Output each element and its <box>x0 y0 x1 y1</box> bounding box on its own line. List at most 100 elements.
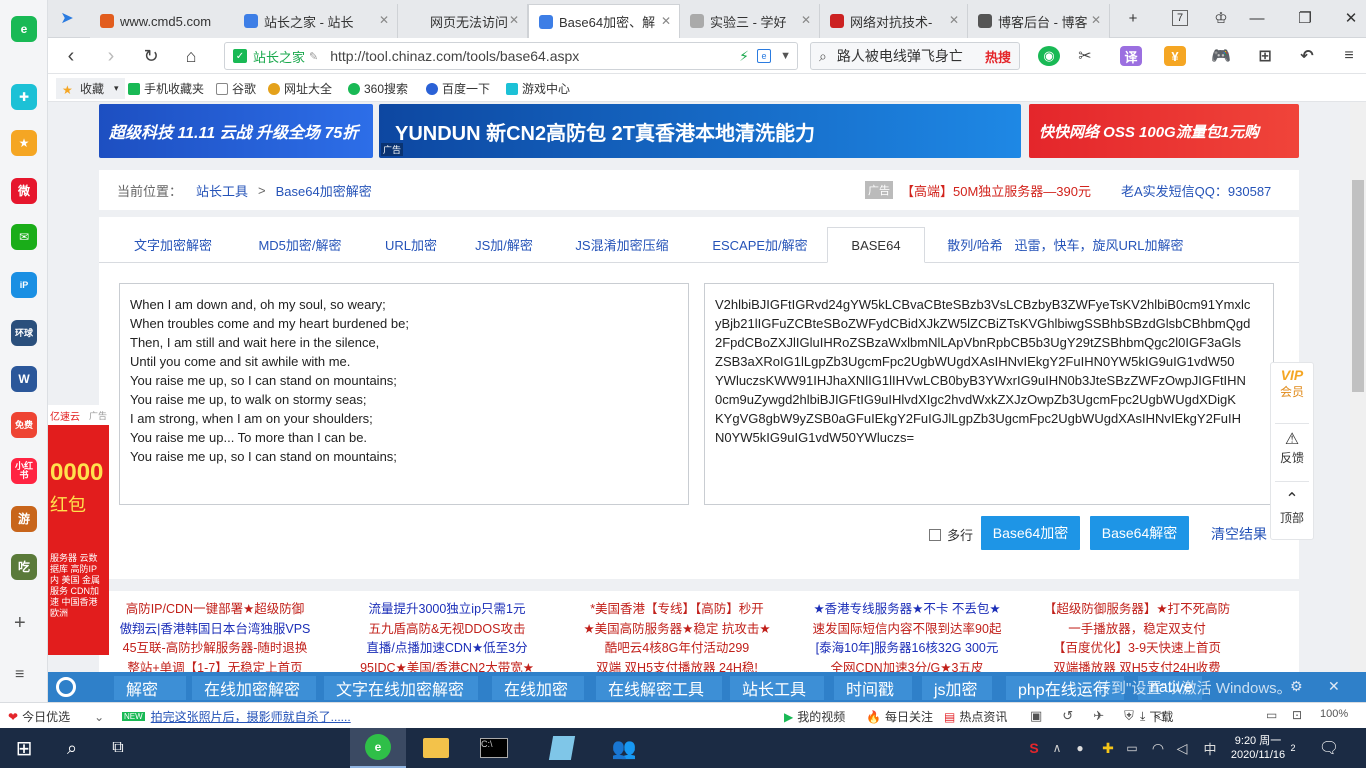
clear-results-link[interactable]: 清空结果 <box>1211 524 1267 544</box>
browser-logo-icon[interactable]: e <box>11 16 37 42</box>
tool-tab[interactable]: JS加/解密 <box>459 227 549 261</box>
forward-button[interactable]: › <box>98 44 124 68</box>
ad-link[interactable]: ★香港专线服务器★不卡 不丢包★ <box>795 600 1019 620</box>
ad-link[interactable]: 速发国际短信内容不限到达率90起 <box>795 620 1019 640</box>
keyword-link[interactable]: js加密 <box>922 676 992 700</box>
home-button[interactable]: ⌂ <box>178 44 204 68</box>
taskbar-notepad[interactable] <box>534 728 590 768</box>
tray-360-icon[interactable]: ✚ <box>1098 728 1118 768</box>
shirt-skin-icon[interactable]: ♔ <box>1208 6 1234 30</box>
browser-tab[interactable]: 博客后台 - 博客 ✕ <box>968 4 1110 38</box>
mail-icon[interactable]: ✉ <box>11 224 37 250</box>
ad-link[interactable]: 双端播放器 双H5支付24H收费 <box>1025 659 1249 673</box>
browser-tab[interactable]: 实验三 - 学好 ✕ <box>680 4 820 38</box>
ad-link[interactable]: 傲翔云|香港韩国日本台湾独服VPS <box>103 620 327 640</box>
tool-tab[interactable]: 迅雷，快车，旋风URL加解密 <box>1015 227 1184 261</box>
ad-banner-1[interactable]: 超级科技 11.11 云战 升级全场 75折 <box>99 104 373 158</box>
bookmark-hao[interactable]: 网址大全 <box>268 80 332 97</box>
ad-link[interactable]: 整站+单调【1-7】无稳定上首页 <box>103 659 327 673</box>
add-app-icon[interactable]: + <box>14 612 26 635</box>
scrollbar-thumb[interactable] <box>1352 180 1364 392</box>
bookmark-games[interactable]: 游戏中心 <box>506 80 570 97</box>
bookmark-360[interactable]: 360搜索 <box>348 80 408 97</box>
close-bar-icon[interactable]: ✕ <box>1328 678 1340 695</box>
star-icon[interactable]: ★ <box>11 130 37 156</box>
ad-banner-3[interactable]: 快快网络 OSS 100G流量包1元购 <box>1029 104 1299 158</box>
close-tab-icon[interactable]: ✕ <box>801 13 811 27</box>
browser-tab[interactable]: 站长之家 - 站长 ✕ <box>234 4 398 38</box>
sogou-ime-icon[interactable]: S <box>1022 728 1046 768</box>
apps-grid-icon[interactable]: ⊞ <box>1254 46 1276 66</box>
bookmark-google[interactable]: 谷歌 <box>216 80 256 97</box>
tool-tab[interactable]: URL加密 <box>369 227 453 261</box>
ad-link[interactable]: 双端 双H5支付播放器 24H稳! <box>565 659 789 673</box>
plugin-icon[interactable]: ✚ <box>11 84 37 110</box>
taskbar-cmd[interactable]: C:\ <box>466 728 522 768</box>
keyword-link[interactable]: 文字在线加密解密 <box>324 676 478 700</box>
ad-link[interactable]: 一手播放器，稳定双支付 <box>1025 620 1249 640</box>
ad-link[interactable]: [泰海10年]服务器16核32G 300元 <box>795 639 1019 659</box>
new-tab-button[interactable]: + <box>1120 6 1146 30</box>
breadcrumb-link-tools[interactable]: 站长工具 <box>196 181 248 200</box>
download-button[interactable]: ⤓ 下载 <box>1140 708 1173 725</box>
task-view-icon[interactable]: ⧉ <box>98 728 138 768</box>
close-tab-icon[interactable]: ✕ <box>1091 13 1101 27</box>
browser-tab[interactable]: 网页无法访问 ✕ <box>398 4 528 38</box>
settings-gear-icon[interactable]: ⚙ <box>1290 678 1303 695</box>
search-icon[interactable]: ⌕ <box>52 728 92 768</box>
restore-button[interactable]: ❐ <box>1292 6 1318 30</box>
hot-search-label[interactable]: 热搜 <box>985 47 1011 66</box>
shield-icon[interactable]: ⛨ <box>1124 708 1134 724</box>
volume-icon[interactable]: ◁ <box>1172 728 1192 768</box>
tray-app-icon[interactable]: ● <box>1070 728 1090 768</box>
close-tab-icon[interactable]: ✕ <box>949 13 959 27</box>
ad-link[interactable]: *美国香港【专线】【高防】秒开 <box>565 600 789 620</box>
scissors-icon[interactable]: ✂ <box>1074 46 1096 66</box>
ad-link[interactable]: 酷吧云4核8G年付活动299 <box>565 639 789 659</box>
global-icon[interactable]: 环球 <box>11 320 37 346</box>
tool-tab[interactable]: 文字加密解密 <box>117 227 229 261</box>
image-icon[interactable]: ▣ <box>1030 708 1042 724</box>
multiline-checkbox[interactable] <box>929 528 941 541</box>
ad-link[interactable]: 全网CDN加速3分/G★3五皮 <box>795 659 1019 673</box>
daily-focus[interactable]: 🔥 每日关注 <box>866 708 933 725</box>
rocket-icon[interactable]: ✈ <box>1093 708 1104 724</box>
redbook-icon[interactable]: 小红书 <box>11 458 37 484</box>
keyword-link[interactable]: 在线加密 <box>492 676 584 700</box>
weibo-icon[interactable]: 微 <box>11 178 37 204</box>
search-circle-icon[interactable] <box>56 677 76 697</box>
ad-link[interactable]: 流量提升3000独立ip只需1元 <box>335 600 559 620</box>
wifi-icon[interactable]: ◠ <box>1148 728 1168 768</box>
close-tab-icon[interactable]: ✕ <box>379 13 389 27</box>
ip-icon[interactable]: iP <box>11 272 37 298</box>
ad-link[interactable]: 直播/点播加速CDN★低至3分 <box>335 639 559 659</box>
undo-icon[interactable]: ↶ <box>1296 46 1318 66</box>
browser-tab[interactable]: Base64加密、解 ✕ <box>528 4 680 38</box>
page-scrollbar[interactable] <box>1350 102 1366 672</box>
action-center-icon[interactable]: 🗨 <box>1314 728 1344 768</box>
tab-count-badge[interactable]: 7 <box>1172 10 1188 26</box>
chevron-down-icon[interactable]: ▼ <box>780 50 791 62</box>
translate-icon[interactable]: 译 <box>1120 46 1142 66</box>
clock[interactable]: 9:20 周一 2020/11/16 <box>1226 728 1290 768</box>
refresh-button[interactable]: ↻ <box>138 44 164 68</box>
window-layout-icon[interactable]: ▭ <box>1266 708 1277 722</box>
tool-tab[interactable]: MD5加密/解密 <box>247 227 353 261</box>
game-icon[interactable]: 游 <box>11 506 37 532</box>
input-textarea[interactable]: When I am down and, oh my soul, so weary… <box>119 283 689 505</box>
my-video[interactable]: ▶ 我的视频 <box>784 708 845 725</box>
gamepad-icon[interactable]: 🎮 <box>1210 46 1232 66</box>
news-ticker[interactable]: NEW 拍完这张照片后，摄影师就自杀了...... <box>122 708 351 725</box>
bookmark-mobile[interactable]: 手机收藏夹 <box>128 80 204 97</box>
bookmark-favorites[interactable]: ★ 收藏 ▾ <box>56 78 125 99</box>
keyword-link[interactable]: 在线解密工具 <box>596 676 722 700</box>
ad-link[interactable]: 高防IP/CDN一键部署★超级防御 <box>103 600 327 620</box>
zoom-icon[interactable]: ⊡ <box>1292 708 1302 722</box>
keyword-link[interactable]: 解密 <box>114 676 186 700</box>
keyword-link[interactable]: 在线加密解密 <box>192 676 316 700</box>
base64-decode-button[interactable]: Base64解密 <box>1090 516 1189 550</box>
game2-icon[interactable]: 吃 <box>11 554 37 580</box>
tool-tab[interactable]: ESCAPE加/解密 <box>699 227 821 261</box>
coupon-icon[interactable]: ¥ <box>1164 46 1186 66</box>
url-text[interactable]: http://tool.chinaz.com/tools/base64.aspx <box>330 48 579 64</box>
